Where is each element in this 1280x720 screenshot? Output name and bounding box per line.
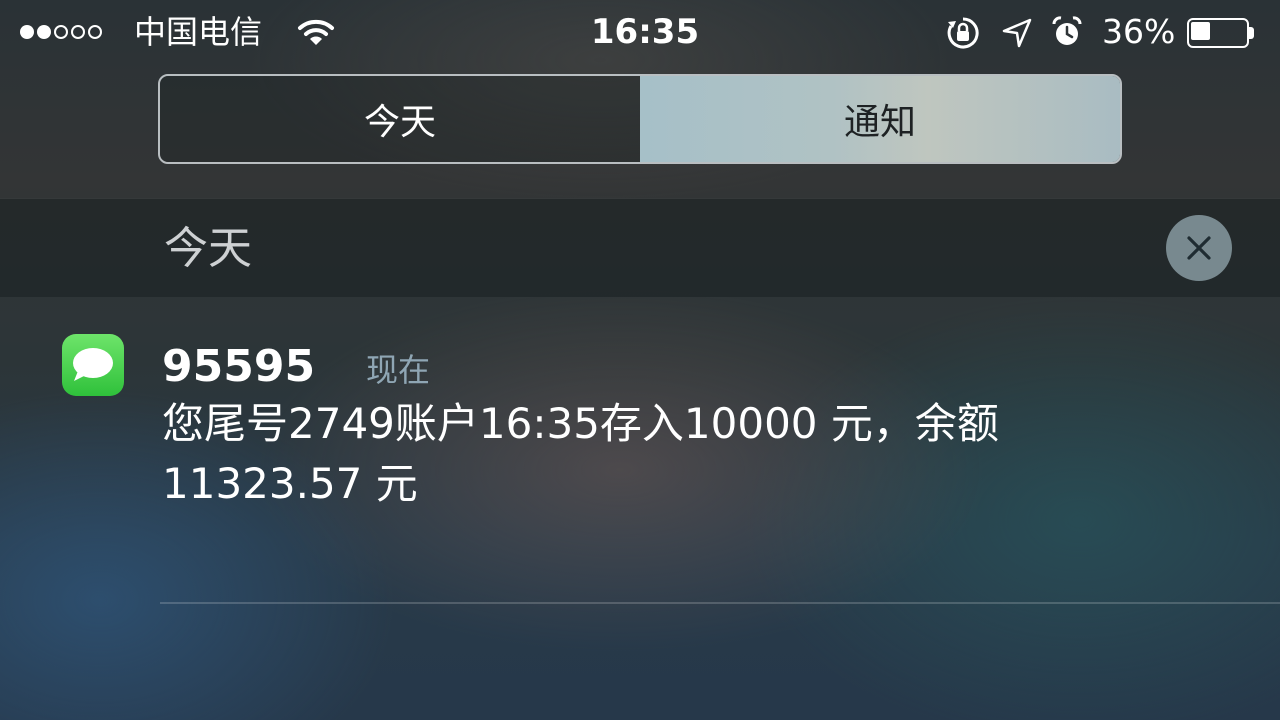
view-segmented-control: 今天 通知	[158, 74, 1122, 164]
messages-icon	[62, 334, 124, 396]
notification-item[interactable]: 95595 现在 您尾号2749账户16:35存入10000 元，余额 1132…	[0, 296, 1280, 604]
location-arrow-icon	[1002, 18, 1032, 48]
section-header: 今天	[0, 198, 1280, 297]
notification-sender: 95595	[162, 341, 316, 392]
battery-icon	[1187, 18, 1255, 48]
tab-today[interactable]: 今天	[160, 76, 640, 162]
close-icon	[1187, 236, 1211, 260]
battery-level-fill	[1191, 22, 1210, 40]
alarm-clock-icon	[1052, 16, 1082, 45]
divider	[160, 602, 1280, 604]
rotation-lock-icon	[947, 17, 979, 49]
status-time: 16:35	[590, 12, 700, 52]
notification-message: 您尾号2749账户16:35存入10000 元，余额 11323.57 元	[162, 399, 999, 508]
battery-percentage: 36%	[1102, 12, 1176, 51]
notification-time: 现在	[366, 351, 431, 389]
clear-notifications-button[interactable]	[1166, 215, 1232, 281]
status-bar: 中国电信 16:35 36%	[0, 0, 1280, 66]
tab-notifications[interactable]: 通知	[640, 76, 1120, 162]
section-title: 今天	[164, 223, 252, 274]
